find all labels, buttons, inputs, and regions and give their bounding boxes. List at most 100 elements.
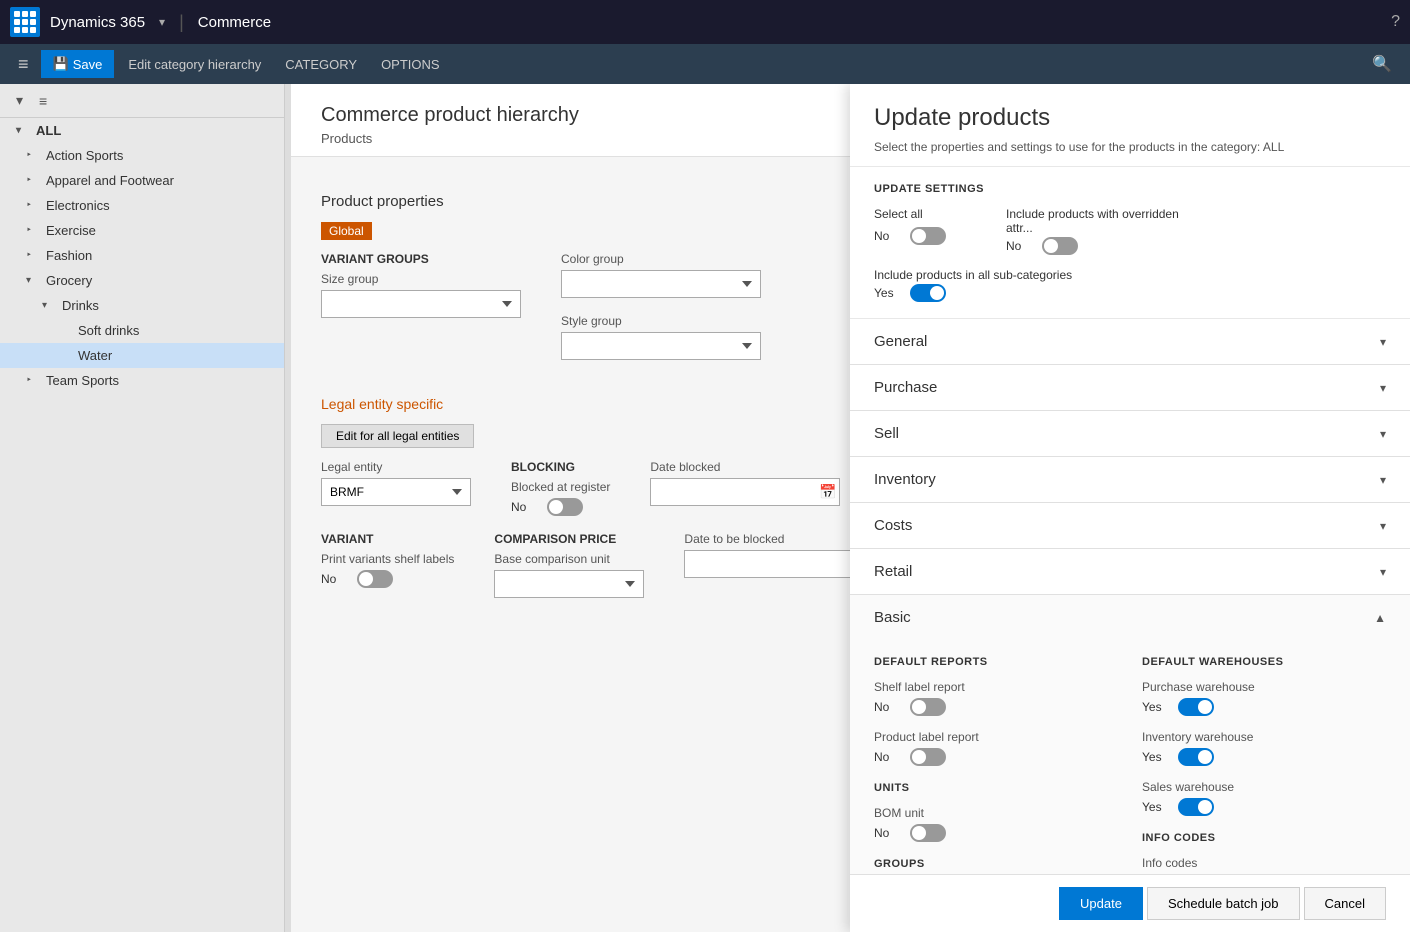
second-nav: ≡ 💾 Save Edit category hierarchy CATEGOR… bbox=[0, 44, 1410, 84]
size-group-select[interactable] bbox=[321, 290, 521, 318]
print-shelf-value: No bbox=[321, 572, 349, 586]
panel-footer: Update Schedule batch job Cancel bbox=[850, 874, 1410, 932]
accordion-sell-header[interactable]: Sell ▾ bbox=[850, 411, 1410, 456]
chevron-down-icon: ▾ bbox=[1380, 335, 1386, 349]
include-subcategories-value: Yes bbox=[874, 286, 902, 300]
sidebar-all-label: ALL bbox=[36, 123, 61, 138]
global-badge: Global bbox=[321, 222, 372, 240]
panel-body: UPDATE SETTINGS Select all No bbox=[850, 167, 1410, 874]
style-group-select[interactable] bbox=[561, 332, 761, 360]
variant-label: VARIANT bbox=[321, 532, 454, 546]
include-subcategories-toggle[interactable] bbox=[910, 284, 946, 302]
select-all-toggle[interactable] bbox=[910, 227, 946, 245]
toggle-slider bbox=[1042, 237, 1078, 255]
purchase-warehouse-toggle[interactable] bbox=[1178, 698, 1214, 716]
legal-entity-select[interactable]: BRMF bbox=[321, 478, 471, 506]
info-codes-field: Info codes No bbox=[1142, 856, 1386, 874]
accordion-retail-header[interactable]: Retail ▾ bbox=[850, 549, 1410, 594]
date-to-be-blocked-field: Date to be blocked 📅 bbox=[684, 532, 874, 598]
apps-button[interactable] bbox=[10, 7, 40, 37]
accordion-basic-header[interactable]: Basic ▲ bbox=[850, 595, 1410, 640]
sidebar-item-soft-drinks[interactable]: Soft drinks bbox=[0, 318, 284, 343]
accordion-inventory-header[interactable]: Inventory ▾ bbox=[850, 457, 1410, 502]
date-blocked-input[interactable] bbox=[650, 478, 840, 506]
bom-unit-toggle[interactable] bbox=[910, 824, 946, 842]
comparison-price-label: COMPARISON PRICE bbox=[494, 532, 644, 546]
product-label-report-label: Product label report bbox=[874, 730, 1118, 744]
product-label-toggle[interactable] bbox=[910, 748, 946, 766]
toggle-slider bbox=[1178, 748, 1214, 766]
save-button[interactable]: 💾 Save bbox=[41, 50, 115, 78]
inventory-warehouse-toggle[interactable] bbox=[1178, 748, 1214, 766]
accordion-purchase: Purchase ▾ bbox=[850, 365, 1410, 411]
accordion-general-label: General bbox=[874, 333, 927, 350]
search-button[interactable]: 🔍 bbox=[1364, 50, 1400, 78]
accordion-costs-header[interactable]: Costs ▾ bbox=[850, 503, 1410, 548]
panel-header: Update products Select the properties an… bbox=[850, 84, 1410, 167]
sales-warehouse-toggle[interactable] bbox=[1178, 798, 1214, 816]
product-label-value: No bbox=[874, 750, 902, 764]
sidebar: ▾ ≡ ▾ ALL ‣ Action Sports ‣ Apparel and … bbox=[0, 84, 285, 932]
date-blocked-input-wrap: 📅 bbox=[650, 478, 840, 506]
blocked-at-register-label: Blocked at register bbox=[511, 480, 610, 494]
color-group-label: Color group bbox=[561, 252, 761, 266]
cancel-button[interactable]: Cancel bbox=[1304, 887, 1386, 920]
sidebar-label: Exercise bbox=[46, 223, 96, 238]
global-label: Global bbox=[329, 224, 364, 238]
chevron-up-icon: ▲ bbox=[1374, 611, 1386, 625]
accordion-basic: Basic ▲ DEFAULT REPORTS Shelf label repo… bbox=[850, 595, 1410, 874]
units-label: UNITS bbox=[874, 782, 1118, 794]
select-all-setting: Select all No bbox=[874, 207, 946, 245]
calendar-icon[interactable]: 📅 bbox=[819, 484, 836, 501]
category-link[interactable]: CATEGORY bbox=[275, 53, 367, 76]
accordion-costs-label: Costs bbox=[874, 517, 912, 534]
sidebar-hamburger-icon[interactable]: ≡ bbox=[33, 91, 53, 111]
shelf-label-report-label: Shelf label report bbox=[874, 680, 1118, 694]
grid-icon bbox=[14, 11, 36, 33]
accordion-purchase-header[interactable]: Purchase ▾ bbox=[850, 365, 1410, 410]
inventory-warehouse-label: Inventory warehouse bbox=[1142, 730, 1386, 744]
purchase-warehouse-value: Yes bbox=[1142, 700, 1170, 714]
base-comparison-unit-select[interactable] bbox=[494, 570, 644, 598]
sidebar-item-water[interactable]: Water bbox=[0, 343, 284, 368]
chevron-down-icon: ▾ bbox=[1380, 381, 1386, 395]
sidebar-filter-icon[interactable]: ▾ bbox=[10, 90, 29, 111]
accordion-general-header[interactable]: General ▾ bbox=[850, 319, 1410, 364]
update-settings-section: UPDATE SETTINGS Select all No bbox=[850, 167, 1410, 319]
save-label: Save bbox=[73, 57, 103, 72]
expand-icon: ‣ bbox=[26, 200, 42, 211]
select-all-label: Select all bbox=[874, 207, 946, 221]
schedule-batch-job-button[interactable]: Schedule batch job bbox=[1147, 887, 1300, 920]
print-shelf-toggle[interactable] bbox=[357, 570, 393, 588]
edit-all-legal-entities-button[interactable]: Edit for all legal entities bbox=[321, 424, 474, 448]
sidebar-actions: ▾ ≡ bbox=[0, 84, 284, 118]
sidebar-item-team-sports[interactable]: ‣ Team Sports bbox=[0, 368, 284, 393]
shelf-label-toggle[interactable] bbox=[910, 698, 946, 716]
hamburger-button[interactable]: ≡ bbox=[10, 50, 37, 79]
style-group-label: Style group bbox=[561, 314, 761, 328]
sidebar-item-drinks[interactable]: ▾ Drinks bbox=[0, 293, 284, 318]
sidebar-item-all[interactable]: ▾ ALL bbox=[0, 118, 284, 143]
options-link[interactable]: OPTIONS bbox=[371, 53, 450, 76]
sidebar-item-exercise[interactable]: ‣ Exercise bbox=[0, 218, 284, 243]
module-title: Commerce bbox=[198, 14, 271, 31]
color-group-select[interactable] bbox=[561, 270, 761, 298]
edit-category-hierarchy-link[interactable]: Edit category hierarchy bbox=[118, 53, 271, 76]
toggle-slider bbox=[1178, 698, 1214, 716]
blocked-at-register-toggle[interactable] bbox=[547, 498, 583, 516]
include-overridden-toggle[interactable] bbox=[1042, 237, 1078, 255]
date-to-be-blocked-input[interactable] bbox=[684, 550, 874, 578]
sidebar-label: Water bbox=[78, 348, 112, 363]
sidebar-item-action-sports[interactable]: ‣ Action Sports bbox=[0, 143, 284, 168]
shelf-label-report-field: Shelf label report No bbox=[874, 680, 1118, 716]
sidebar-item-fashion[interactable]: ‣ Fashion bbox=[0, 243, 284, 268]
sidebar-item-electronics[interactable]: ‣ Electronics bbox=[0, 193, 284, 218]
help-button[interactable]: ? bbox=[1391, 13, 1400, 31]
expand-icon: ‣ bbox=[26, 225, 42, 236]
update-products-panel: Update products Select the properties an… bbox=[850, 84, 1410, 932]
top-nav: Dynamics 365 ▾ | Commerce ? bbox=[0, 0, 1410, 44]
sidebar-item-grocery[interactable]: ▾ Grocery bbox=[0, 268, 284, 293]
sidebar-item-apparel[interactable]: ‣ Apparel and Footwear bbox=[0, 168, 284, 193]
legal-entity-field: Legal entity BRMF bbox=[321, 460, 471, 516]
update-button[interactable]: Update bbox=[1059, 887, 1143, 920]
